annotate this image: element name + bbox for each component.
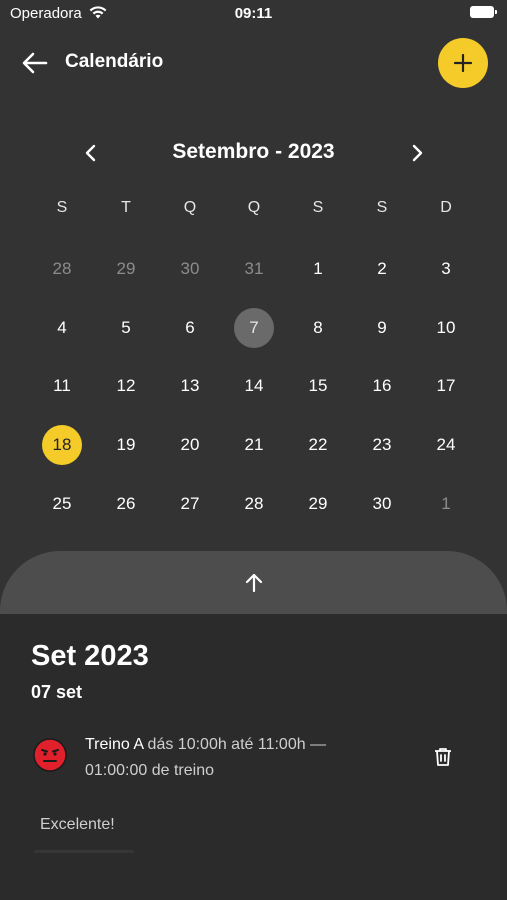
day-number: 20: [180, 435, 200, 455]
day-number: 16: [372, 376, 392, 396]
calendar-day[interactable]: 26: [94, 474, 158, 533]
plus-icon: [453, 53, 473, 73]
calendar-grid: 28 29 30 31 1 2 3 4 5 6 7 8 9 10 11 12 1…: [30, 240, 478, 533]
weekday-label: S: [376, 199, 388, 216]
day-number: 24: [436, 435, 456, 455]
calendar-day[interactable]: 8: [286, 299, 350, 358]
weekday-label: D: [440, 199, 452, 216]
day-number: 14: [244, 376, 264, 396]
calendar-day[interactable]: 10: [414, 299, 478, 358]
weekday-label: T: [121, 199, 131, 216]
day-number: 7: [234, 307, 274, 348]
calendar-day[interactable]: 9: [350, 299, 414, 358]
calendar-day[interactable]: 27: [158, 474, 222, 533]
day-number: 5: [121, 317, 131, 337]
weekday-label: S: [56, 199, 68, 216]
calendar-day[interactable]: 16: [350, 357, 414, 416]
day-number: 21: [244, 435, 264, 455]
calendar-day[interactable]: 12: [94, 357, 158, 416]
arrow-up-icon: [245, 573, 263, 593]
trash-icon[interactable]: [431, 745, 455, 769]
day-number: 4: [57, 317, 67, 337]
calendar-day[interactable]: 21: [222, 416, 286, 475]
weekday-header: S T Q Q S S D: [30, 199, 478, 217]
note-text: Excelente!: [40, 816, 115, 833]
note-underline: [34, 850, 134, 853]
day-number: 18: [42, 425, 82, 466]
month-label: Setembro - 2023: [172, 140, 335, 163]
panel-date: 07 set: [31, 682, 83, 702]
calendar-day[interactable]: 14: [222, 357, 286, 416]
workout-entry[interactable]: Treino A dás 10:00h até 11:00h — 01:00:0…: [85, 732, 385, 784]
calendar-day[interactable]: 1: [286, 240, 350, 299]
calendar-day[interactable]: 29: [286, 474, 350, 533]
calendar-day[interactable]: 19: [94, 416, 158, 475]
day-number: 25: [52, 493, 72, 513]
day-number: 8: [313, 317, 323, 337]
day-number: 31: [244, 259, 264, 279]
calendar-day[interactable]: 25: [30, 474, 94, 533]
sad-face-icon: [33, 738, 67, 772]
day-number: 3: [441, 259, 451, 279]
day-number: 13: [180, 376, 200, 396]
day-number: 6: [185, 317, 195, 337]
panel-title: Set 2023: [31, 640, 149, 672]
day-number: 30: [180, 259, 200, 279]
calendar-day[interactable]: 22: [286, 416, 350, 475]
workout-name: Treino A: [85, 736, 144, 753]
calendar-day[interactable]: 30: [350, 474, 414, 533]
next-month-button[interactable]: [406, 140, 428, 166]
day-number: 15: [308, 376, 328, 396]
calendar-day[interactable]: 28: [222, 474, 286, 533]
day-number: 23: [372, 435, 392, 455]
calendar-day[interactable]: 30: [158, 240, 222, 299]
calendar-day[interactable]: 31: [222, 240, 286, 299]
calendar-day[interactable]: 20: [158, 416, 222, 475]
day-details-panel: Set 2023 07 set Treino A dás 10:00h até …: [0, 614, 507, 900]
day-number: 19: [116, 435, 136, 455]
calendar-day[interactable]: 3: [414, 240, 478, 299]
day-number: 10: [436, 317, 456, 337]
day-number: 17: [436, 376, 456, 396]
clock: 09:11: [234, 5, 273, 22]
calendar-day[interactable]: 2: [350, 240, 414, 299]
calendar-day[interactable]: 24: [414, 416, 478, 475]
day-number: 28: [52, 259, 72, 279]
day-number: 27: [180, 493, 200, 513]
day-number: 2: [377, 259, 387, 279]
calendar-day[interactable]: 23: [350, 416, 414, 475]
calendar-day-selected[interactable]: 7: [222, 299, 286, 358]
back-arrow-icon[interactable]: [20, 48, 50, 78]
day-number: 1: [313, 259, 323, 279]
day-number: 12: [116, 376, 136, 396]
day-number: 1: [441, 493, 451, 513]
day-number: 11: [53, 376, 71, 396]
status-bar: Operadora 09:11: [0, 0, 507, 28]
page-title: Calendário: [65, 51, 164, 72]
expand-panel-button[interactable]: [0, 551, 507, 615]
weekday-label: Q: [183, 199, 197, 216]
calendar-day[interactable]: 5: [94, 299, 158, 358]
calendar-day[interactable]: 15: [286, 357, 350, 416]
add-button[interactable]: [438, 38, 488, 88]
weekday-label: S: [312, 199, 324, 216]
day-number: 29: [308, 493, 328, 513]
day-number: 30: [372, 493, 392, 513]
calendar-day[interactable]: 4: [30, 299, 94, 358]
day-number: 28: [244, 493, 264, 513]
calendar-day[interactable]: 1: [414, 474, 478, 533]
calendar-day[interactable]: 29: [94, 240, 158, 299]
day-number: 9: [377, 317, 387, 337]
day-number: 26: [116, 493, 136, 513]
calendar-day[interactable]: 11: [30, 357, 94, 416]
calendar-day-today[interactable]: 18: [30, 416, 94, 475]
calendar-day[interactable]: 6: [158, 299, 222, 358]
battery-icon: [470, 6, 497, 18]
weekday-label: Q: [247, 199, 261, 216]
calendar-day[interactable]: 17: [414, 357, 478, 416]
calendar-day[interactable]: 13: [158, 357, 222, 416]
day-number: 22: [308, 435, 328, 455]
day-number: 29: [116, 259, 136, 279]
calendar-day[interactable]: 28: [30, 240, 94, 299]
